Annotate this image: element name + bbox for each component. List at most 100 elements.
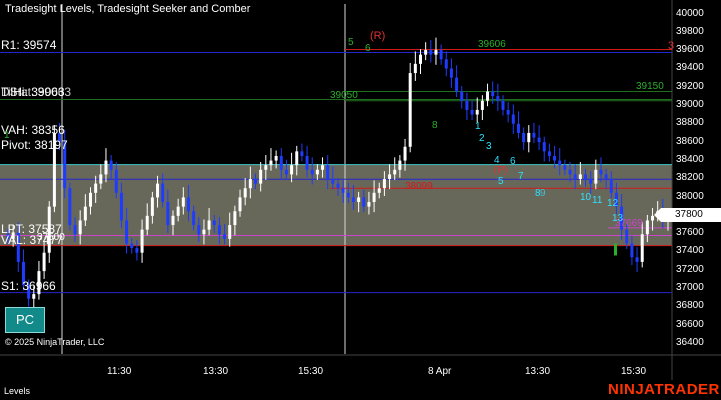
chart-panel[interactable]: Tradesight Levels, Tradesight Seeker and… <box>0 0 721 400</box>
candle-body <box>599 169 603 175</box>
candle-body <box>238 197 242 212</box>
candle-body <box>228 225 232 239</box>
candle-body <box>594 169 598 184</box>
candle-body <box>89 192 92 207</box>
comber-count-5-label: 5 <box>348 37 354 48</box>
candle-body <box>424 50 428 55</box>
x-tick: 13:30 <box>525 366 551 377</box>
candle-body <box>568 169 572 175</box>
seeker-count-10: 10 <box>580 192 592 203</box>
p-marker-label: (P) <box>494 165 508 176</box>
candle-body <box>455 77 459 92</box>
y-tick: 39800 <box>676 26 704 37</box>
value-39606-label: 39606 <box>478 39 506 50</box>
ninjatrader-logo: NINJATRADER <box>608 381 720 398</box>
candle-body <box>300 151 304 156</box>
val-overlap-label: 37500 <box>37 232 65 243</box>
candle-body <box>140 229 144 253</box>
x-tick: 8 Apr <box>428 366 452 377</box>
x-tick: 15:30 <box>621 366 647 377</box>
candle-body <box>382 179 386 189</box>
candle-body <box>109 160 113 170</box>
candle-body <box>460 91 464 101</box>
tab-levels[interactable]: Levels <box>4 386 30 396</box>
s1-label: S1: 36966 <box>1 279 56 293</box>
candle-body <box>486 91 490 101</box>
candle-body <box>573 174 577 179</box>
y-tick: 38800 <box>676 117 704 128</box>
candle-body <box>197 225 201 235</box>
candle-body <box>254 179 257 184</box>
vah-label: VAH: 38356 <box>1 123 65 137</box>
value-38099-label: 38099 <box>405 181 433 192</box>
candle-body <box>78 220 82 235</box>
candle-body <box>202 229 206 235</box>
candle-body <box>315 169 319 175</box>
candle-body <box>259 169 263 184</box>
candle-body <box>547 151 551 156</box>
candle-body <box>449 68 453 78</box>
r-marker-label: (R) <box>370 30 386 42</box>
candle-body <box>625 229 629 244</box>
candle-body <box>558 160 562 166</box>
candle-body <box>171 215 175 226</box>
candle-body <box>439 50 443 60</box>
candle-body <box>393 169 397 175</box>
y-tick: 39200 <box>676 81 704 92</box>
value-39050-label: 39050 <box>330 90 358 101</box>
r1-label: R1: 39574 <box>1 38 57 52</box>
candle-body <box>465 100 469 110</box>
candle-body <box>73 225 77 235</box>
candle-body <box>372 192 376 203</box>
seeker-count-13: 13 <box>612 213 624 224</box>
candle-body <box>367 202 371 207</box>
candle-body <box>527 132 531 143</box>
candle-body <box>135 248 139 253</box>
candle-body <box>284 169 288 175</box>
y-tick: 38200 <box>676 172 704 183</box>
candle-body <box>156 183 160 198</box>
x-tick: 11:30 <box>107 366 132 377</box>
candle-body <box>150 197 154 216</box>
candle-body <box>114 169 118 193</box>
candle-body <box>542 142 546 152</box>
candle-body <box>501 100 505 110</box>
candle-body <box>274 155 278 161</box>
x-tick: 15:30 <box>298 366 324 377</box>
candle-body <box>186 197 190 212</box>
chart-title: Tradesight Levels, Tradesight Seeker and… <box>5 3 251 15</box>
candle-body <box>295 151 299 166</box>
current-price-marker: 37800 <box>654 208 721 222</box>
candle-body <box>161 183 165 203</box>
candle-body <box>408 73 412 147</box>
y-tick: 37000 <box>676 282 704 293</box>
candle-body <box>553 155 557 161</box>
candle-body <box>480 100 484 110</box>
candle-body <box>403 146 407 161</box>
seeker-count-9: 9 <box>540 188 546 199</box>
r-count-label: 3 <box>668 40 675 52</box>
pc-button[interactable]: PC <box>5 307 45 333</box>
candle-body <box>264 165 268 170</box>
candle-body <box>166 202 170 226</box>
comber-count-6-label: 6 <box>365 43 371 54</box>
candle-body <box>351 197 355 203</box>
y-tick: 40000 <box>676 8 704 19</box>
seeker-count-6: 6 <box>510 156 516 167</box>
y-tick: 38000 <box>676 191 704 202</box>
seeker-count-2: 2 <box>479 133 485 144</box>
candle-body <box>290 165 294 175</box>
candle-body <box>635 257 639 262</box>
candle-body <box>434 50 438 55</box>
comber-count-1-label: 1 <box>4 130 10 141</box>
candle-body <box>104 160 108 175</box>
y-tick: 39000 <box>676 99 704 110</box>
y-tick: 36400 <box>676 337 704 348</box>
candle-body <box>475 109 479 115</box>
candle-body <box>269 160 273 166</box>
y-tick: 39600 <box>676 44 704 55</box>
candle-body <box>321 165 325 170</box>
candle-body <box>516 123 520 133</box>
candle-body <box>388 174 392 179</box>
candle-body <box>130 243 134 249</box>
